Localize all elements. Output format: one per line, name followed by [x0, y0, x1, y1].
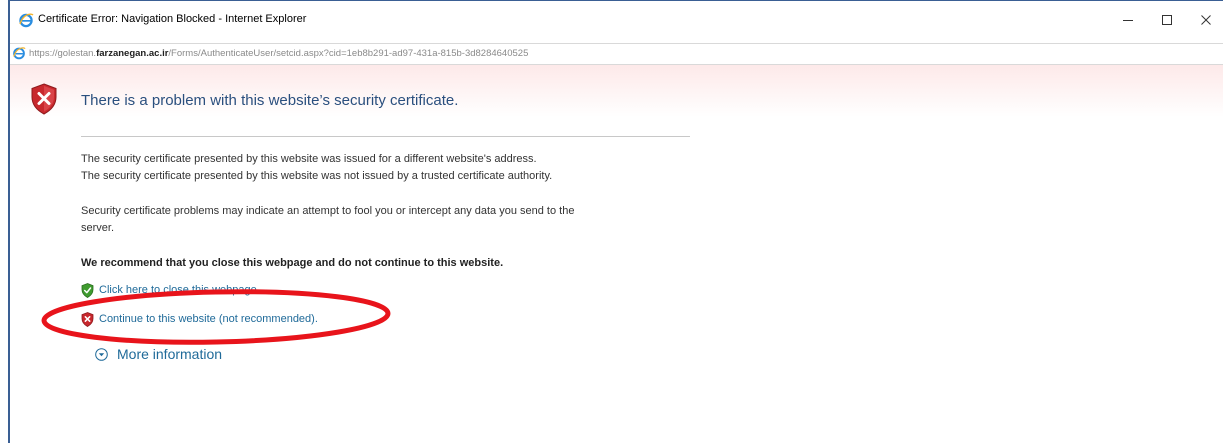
error-detail-2: The security certificate presented by th… — [81, 170, 553, 182]
browser-window: Certificate Error: Navigation Blocked - … — [8, 0, 1223, 443]
minimize-button[interactable] — [1117, 9, 1139, 31]
url-domain: farzanegan.ac.ir — [96, 48, 169, 59]
close-webpage-link-row[interactable]: Click here to close this webpage. — [81, 282, 260, 298]
maximize-button[interactable] — [1156, 9, 1178, 31]
close-webpage-link[interactable]: Click here to close this webpage. — [99, 284, 260, 296]
more-information-link[interactable]: More information — [117, 346, 222, 362]
green-shield-icon — [81, 282, 94, 298]
close-icon — [1201, 15, 1211, 25]
recommendation-text: We recommend that you close this webpage… — [81, 257, 504, 269]
window-title: Certificate Error: Navigation Blocked - … — [38, 13, 307, 25]
minimize-icon — [1123, 20, 1133, 21]
shield-error-icon — [31, 83, 57, 115]
title-bar: Certificate Error: Navigation Blocked - … — [10, 1, 1223, 39]
close-button[interactable] — [1195, 9, 1217, 31]
warning-text-line2: server. — [81, 222, 115, 234]
ie-icon — [19, 13, 34, 28]
error-detail-1: The security certificate presented by th… — [81, 153, 537, 165]
url-suffix: /Forms/AuthenticateUser/setcid.aspx?cid=… — [168, 48, 529, 59]
divider — [81, 136, 690, 137]
ie-icon — [13, 47, 26, 60]
url-prefix: https://golestan. — [29, 48, 97, 59]
page-title: There is a problem with this website’s s… — [81, 92, 459, 109]
continue-to-website-link[interactable]: Continue to this website (not recommende… — [99, 313, 318, 325]
maximize-icon — [1162, 15, 1172, 25]
error-page: There is a problem with this website’s s… — [10, 65, 1223, 443]
address-bar[interactable]: https://golestan.farzanegan.ac.ir/Forms/… — [10, 43, 1223, 65]
continue-link-row[interactable]: Continue to this website (not recommende… — [81, 311, 318, 327]
more-information-toggle[interactable]: More information — [95, 346, 222, 362]
red-shield-icon — [81, 311, 94, 327]
chevron-down-circle-icon — [95, 347, 108, 361]
address-url[interactable]: https://golestan.farzanegan.ac.ir/Forms/… — [29, 48, 528, 59]
warning-text-line1: Security certificate problems may indica… — [81, 205, 575, 217]
